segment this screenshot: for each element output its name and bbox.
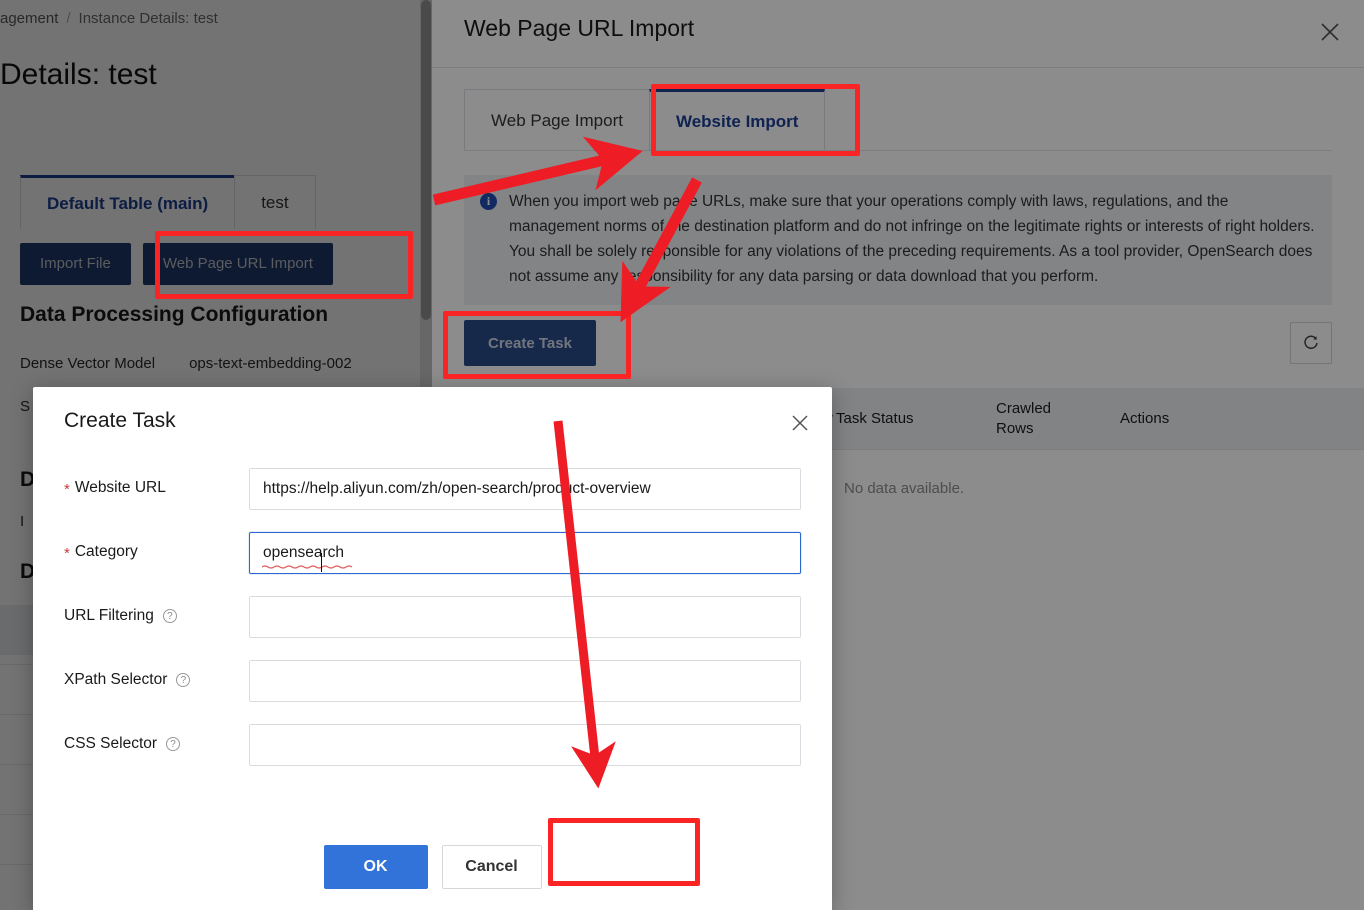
label-text-css-selector: CSS Selector — [64, 735, 158, 752]
create-task-dialog: Create Task * Website URL * Category — [33, 387, 832, 910]
help-icon-css-selector[interactable]: ? — [166, 737, 181, 751]
web-page-url-import-button[interactable]: Web Page URL Import — [142, 243, 333, 285]
tab-website-import[interactable]: Website Import — [648, 89, 826, 151]
form-row-website-url: * Website URL — [33, 461, 832, 525]
breadcrumb: agement / Instance Details: test — [0, 10, 218, 27]
cancel-button[interactable]: Cancel — [441, 845, 542, 889]
background-button-row: Import File Web Page URL Import — [20, 243, 333, 285]
tab-web-page-import[interactable]: Web Page Import — [464, 89, 650, 151]
breadcrumb-current: Instance Details: test — [78, 10, 218, 27]
css-selector-input[interactable] — [249, 724, 801, 766]
required-asterisk-website-url: * — [64, 480, 70, 498]
background-tabs: Default Table (main) test — [20, 175, 316, 229]
drawer-tabs: Web Page Import Website Import — [464, 89, 826, 151]
close-icon[interactable] — [1310, 12, 1350, 52]
form-row-category: * Category — [33, 525, 832, 589]
label-xpath-selector: XPath Selector ? — [64, 671, 191, 689]
page-title: Details: test — [0, 58, 157, 91]
dialog-close-icon[interactable] — [784, 407, 816, 439]
column-header-task-status: Task Status — [836, 409, 914, 427]
screen-root: agement / Instance Details: test Details: … — [0, 0, 1364, 910]
url-filtering-input[interactable] — [249, 596, 801, 638]
help-icon-xpath-selector[interactable]: ? — [176, 673, 191, 687]
label-text-xpath-selector: XPath Selector — [64, 671, 168, 688]
truncated-text-1: I — [20, 513, 25, 530]
category-input[interactable] — [249, 532, 801, 574]
drawer-header: Web Page URL Import — [432, 0, 1364, 68]
data-processing-configuration-heading: Data Processing Configuration — [20, 303, 329, 326]
label-text-url-filtering: URL Filtering — [64, 607, 154, 624]
dense-vector-model-label: Dense Vector Model — [20, 355, 156, 372]
background-scrollbar-thumb[interactable] — [421, 0, 431, 320]
label-text-category: Category — [74, 543, 138, 560]
form-row-xpath-selector: XPath Selector ? — [33, 653, 832, 717]
compliance-notice: i When you import web page URLs, make su… — [464, 175, 1332, 305]
label-website-url: * Website URL — [64, 479, 166, 498]
breadcrumb-parent[interactable]: agement — [0, 10, 58, 27]
help-icon-url-filtering[interactable]: ? — [162, 609, 177, 623]
info-icon: i — [480, 193, 497, 210]
create-task-form: * Website URL * Category URL Filtering — [33, 461, 832, 781]
create-task-button[interactable]: Create Task — [464, 320, 596, 366]
bg-tab-test[interactable]: test — [234, 175, 316, 229]
drawer-title: Web Page URL Import — [464, 15, 695, 41]
label-text-website-url: Website URL — [74, 479, 166, 496]
form-row-url-filtering: URL Filtering ? — [33, 589, 832, 653]
drawer-tabs-underline — [464, 150, 1332, 151]
text-caret — [321, 553, 322, 572]
label-category: * Category — [64, 543, 138, 562]
compliance-notice-text: When you import web page URLs, make sure… — [509, 193, 1315, 285]
dialog-footer: OK Cancel — [33, 822, 832, 910]
ok-button[interactable]: OK — [323, 845, 428, 889]
refresh-icon[interactable] — [1290, 322, 1332, 364]
label-url-filtering: URL Filtering ? — [64, 607, 177, 625]
form-row-css-selector: CSS Selector ? — [33, 717, 832, 781]
required-asterisk-category: * — [64, 544, 70, 562]
label-css-selector: CSS Selector ? — [64, 735, 181, 753]
sparse-field-label: S — [20, 398, 31, 415]
column-header-actions: Actions — [1120, 409, 1170, 427]
breadcrumb-separator: / — [66, 10, 71, 27]
column-header-crawled-rows: Crawled Rows — [996, 399, 1052, 437]
bg-tab-default-table[interactable]: Default Table (main) — [20, 175, 236, 229]
dialog-title: Create Task — [64, 409, 176, 432]
website-url-input[interactable] — [249, 468, 801, 510]
import-file-button[interactable]: Import File — [20, 243, 131, 285]
xpath-selector-input[interactable] — [249, 660, 801, 702]
dense-vector-model-row: Dense Vector Model ops-text-embedding-002 — [20, 355, 352, 372]
dense-vector-model-value: ops-text-embedding-002 — [189, 355, 352, 372]
